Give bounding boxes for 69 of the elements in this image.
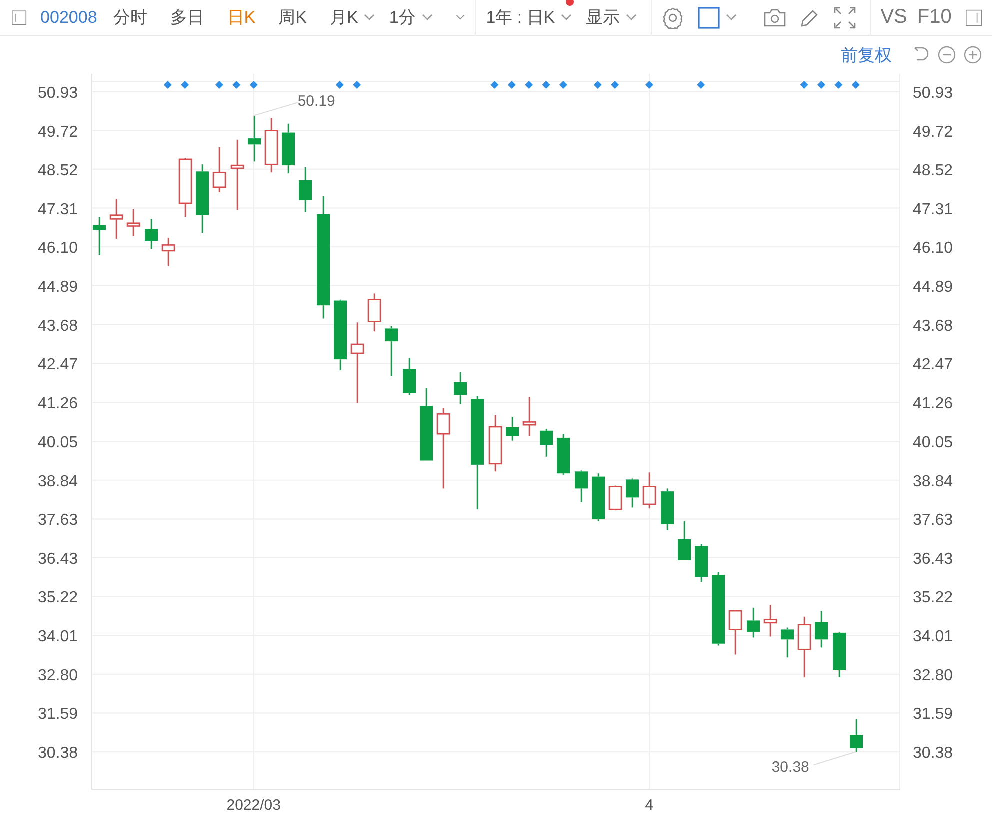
- price-axis-label: 34.01: [913, 628, 954, 646]
- leader-line: [813, 752, 856, 766]
- caret-icon: [456, 14, 466, 21]
- leader-line: [253, 102, 298, 116]
- price-axis-label: 36.43: [38, 550, 78, 568]
- price-axis-label: 46.10: [38, 240, 78, 258]
- price-axis-label: 47.31: [38, 201, 78, 218]
- date-axis-label: 4: [645, 797, 654, 814]
- settings-icon[interactable]: [662, 6, 684, 28]
- price-axis-label: 30.38: [38, 745, 78, 762]
- square-icon: [698, 6, 720, 28]
- price-axis-label: 32.80: [38, 667, 78, 684]
- price-axis-label: 43.68: [38, 318, 78, 335]
- period-tab[interactable]: 分时: [113, 6, 148, 29]
- price-axis-label: 34.01: [38, 628, 78, 646]
- price-axis-label: 44.89: [38, 279, 78, 296]
- range-dropdown[interactable]: 1年 : 日K: [486, 6, 572, 29]
- price-axis-label: 47.31: [913, 201, 954, 218]
- f10-button[interactable]: F10: [917, 6, 952, 29]
- caret-icon: [422, 14, 433, 21]
- price-axis-label: 30.38: [913, 745, 954, 762]
- period-tab[interactable]: 周K: [278, 6, 307, 29]
- price-axis-label: 49.72: [913, 124, 954, 141]
- price-axis-label: 50.93: [913, 85, 954, 102]
- price-axis-label: 35.22: [913, 590, 954, 607]
- price-axis-label: 41.26: [38, 396, 78, 413]
- price-axis-label: 31.59: [913, 706, 954, 724]
- interval-dropdown[interactable]: 1分: [389, 6, 433, 29]
- zoom-out-icon[interactable]: [938, 46, 956, 64]
- side-panel-icon[interactable]: [966, 8, 982, 28]
- caret-icon: [561, 14, 572, 21]
- camera-icon[interactable]: [764, 8, 786, 26]
- price-axis-label: 35.22: [38, 590, 78, 607]
- date-axis-label: 2022/03: [226, 797, 281, 814]
- caret-icon: [726, 14, 737, 21]
- price-axis-label: 37.63: [38, 512, 78, 530]
- price-axis-label: 48.52: [38, 162, 78, 180]
- price-axis-label: 42.47: [38, 356, 78, 374]
- price-axis-label: 49.72: [38, 124, 78, 141]
- price-axis-label: 32.80: [913, 667, 954, 684]
- frame-style-dropdown[interactable]: [698, 6, 737, 28]
- price-axis-label: 40.05: [38, 434, 78, 452]
- price-extreme-label: 50.19: [298, 92, 336, 110]
- fullscreen-icon[interactable]: [834, 6, 856, 28]
- price-axis-label: 37.63: [913, 512, 954, 530]
- price-axis-label: 36.43: [913, 550, 954, 568]
- price-extreme-label: 30.38: [772, 759, 810, 776]
- pencil-icon[interactable]: [800, 8, 820, 28]
- price-axis-label: 40.05: [913, 434, 954, 452]
- caret-icon: [364, 14, 376, 21]
- caret-icon: [626, 14, 638, 21]
- compare-button[interactable]: VS: [880, 6, 908, 29]
- price-axis-label: 48.52: [913, 162, 954, 180]
- stock-code-link[interactable]: 002008: [40, 8, 98, 28]
- price-axis-label: 38.84: [913, 473, 954, 490]
- price-axis-label: 42.47: [913, 356, 954, 374]
- price-axis-label: 44.89: [913, 279, 954, 296]
- price-axis-label: 38.84: [38, 473, 78, 490]
- zoom-in-icon[interactable]: [964, 46, 982, 64]
- price-axis-label: 31.59: [38, 706, 78, 724]
- period-dropdown[interactable]: 月K: [330, 6, 376, 29]
- price-axis-label: 46.10: [913, 240, 954, 258]
- display-dropdown[interactable]: 显示: [586, 6, 638, 29]
- panel-toggle-icon[interactable]: [12, 8, 27, 26]
- price-axis-label: 43.68: [913, 318, 954, 335]
- price-axis-label: 50.93: [38, 85, 78, 102]
- price-axis-label: 41.26: [913, 396, 954, 413]
- price-adjustment-link[interactable]: 前复权: [841, 44, 892, 66]
- period-tab[interactable]: 多日: [170, 6, 204, 29]
